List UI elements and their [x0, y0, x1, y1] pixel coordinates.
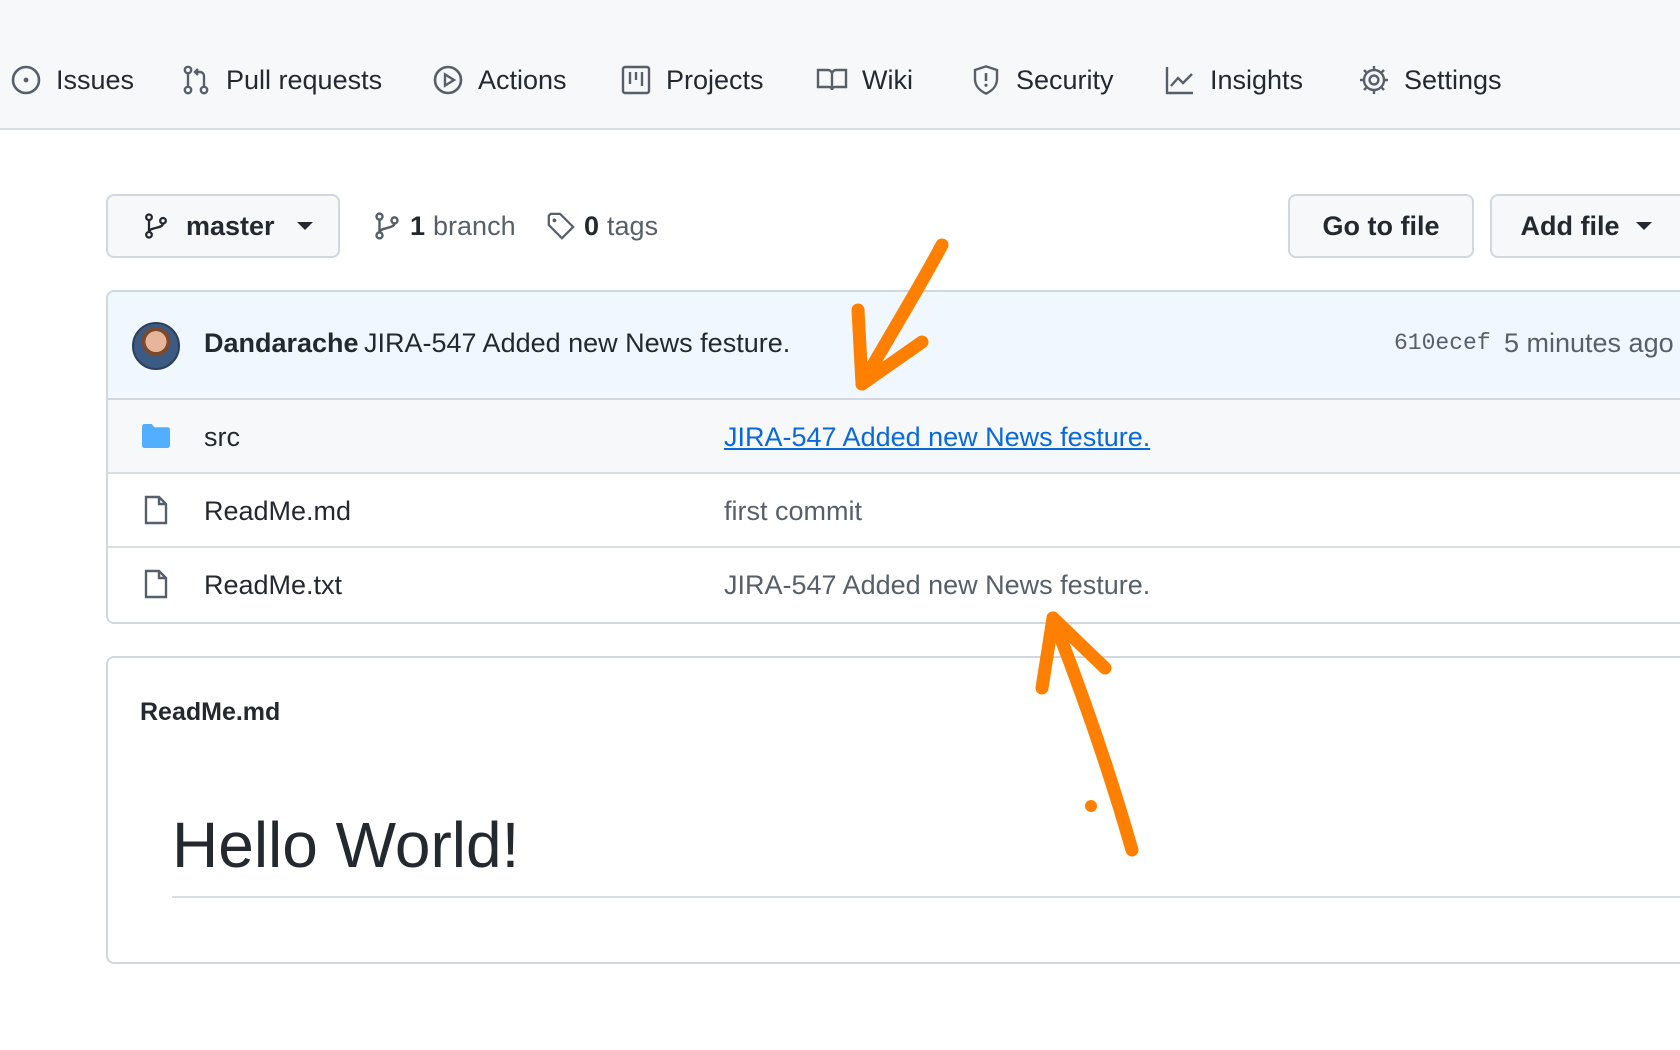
- add-file-button[interactable]: Add file: [1490, 194, 1680, 258]
- tab-label: Pull requests: [226, 64, 383, 95]
- add-file-label: Add file: [1520, 210, 1620, 241]
- pull-request-icon: [183, 65, 209, 95]
- tab-label: Issues: [56, 64, 135, 95]
- tab-security[interactable]: Security: [970, 58, 1114, 102]
- go-to-file-label: Go to file: [1322, 210, 1440, 241]
- tab-actions[interactable]: Actions: [432, 58, 567, 102]
- git-branch-icon: [145, 213, 167, 239]
- tab-wiki[interactable]: Wiki: [816, 58, 913, 102]
- file-list: Dandarache JIRA-547 Added new News festu…: [106, 290, 1680, 624]
- branch-label: branch: [433, 210, 516, 241]
- avatar[interactable]: [132, 322, 180, 370]
- readme-heading: Hello World!: [172, 809, 520, 881]
- file-commit-message[interactable]: first commit: [724, 496, 862, 527]
- divider: [172, 896, 1680, 898]
- table-row[interactable]: ReadMe.md first commit: [108, 474, 1680, 548]
- branch-name: master: [186, 210, 275, 241]
- file-name[interactable]: src: [204, 422, 240, 453]
- commit-author[interactable]: Dandarache: [204, 328, 359, 359]
- issue-icon: [11, 65, 41, 95]
- folder-icon: [142, 424, 170, 448]
- branch-count: 1: [410, 210, 426, 241]
- tab-issues[interactable]: Issues: [10, 58, 134, 102]
- play-icon: [433, 65, 463, 95]
- file-name[interactable]: ReadMe.md: [204, 496, 351, 527]
- file-icon: [144, 569, 168, 599]
- tag-label: tags: [607, 210, 659, 241]
- gear-icon: [1360, 66, 1388, 94]
- tab-label: Actions: [478, 64, 567, 95]
- tab-settings[interactable]: Settings: [1358, 58, 1502, 102]
- readme-panel: ReadMe.md Hello World!: [106, 656, 1680, 964]
- git-branch-icon: [375, 212, 399, 240]
- tab-label: Wiki: [862, 64, 913, 95]
- caret-down-icon: [1635, 222, 1652, 230]
- tab-pull-requests[interactable]: Pull requests: [180, 58, 382, 102]
- readme-filename[interactable]: ReadMe.md: [140, 698, 280, 727]
- tags-link[interactable]: 0 tags: [546, 206, 658, 246]
- branches-link[interactable]: 1 branch: [372, 206, 516, 246]
- latest-commit-bar: Dandarache JIRA-547 Added new News festu…: [108, 292, 1680, 400]
- tag-icon: [547, 212, 575, 240]
- tab-insights[interactable]: Insights: [1164, 58, 1303, 102]
- branch-select-button[interactable]: master: [106, 194, 340, 258]
- commit-time: 5 minutes ago: [1504, 328, 1674, 358]
- table-row[interactable]: ReadMe.txt JIRA-547 Added new News festu…: [108, 548, 1680, 622]
- caret-down-icon: [296, 222, 313, 230]
- project-icon: [621, 65, 651, 95]
- tab-label: Projects: [666, 64, 764, 95]
- file-name[interactable]: ReadMe.txt: [204, 570, 342, 601]
- table-row[interactable]: src JIRA-547 Added new News festure.: [108, 400, 1680, 474]
- commit-sha[interactable]: 610ecef: [1394, 330, 1491, 356]
- graph-icon: [1165, 67, 1193, 95]
- tab-label: Security: [1016, 64, 1114, 95]
- shield-icon: [973, 65, 999, 95]
- go-to-file-button[interactable]: Go to file: [1288, 194, 1474, 258]
- file-commit-message[interactable]: JIRA-547 Added new News festure.: [724, 570, 1150, 601]
- file-commit-message[interactable]: JIRA-547 Added new News festure.: [724, 422, 1150, 453]
- tab-projects[interactable]: Projects: [620, 58, 764, 102]
- repo-nav: Issues Pull requests Actions Projects Wi…: [0, 0, 1680, 130]
- file-icon: [144, 495, 168, 525]
- book-icon: [816, 68, 848, 91]
- tab-label: Insights: [1210, 64, 1304, 95]
- tab-label: Settings: [1404, 64, 1502, 95]
- tag-count: 0: [584, 210, 600, 241]
- commit-message[interactable]: JIRA-547 Added new News festure.: [364, 328, 790, 359]
